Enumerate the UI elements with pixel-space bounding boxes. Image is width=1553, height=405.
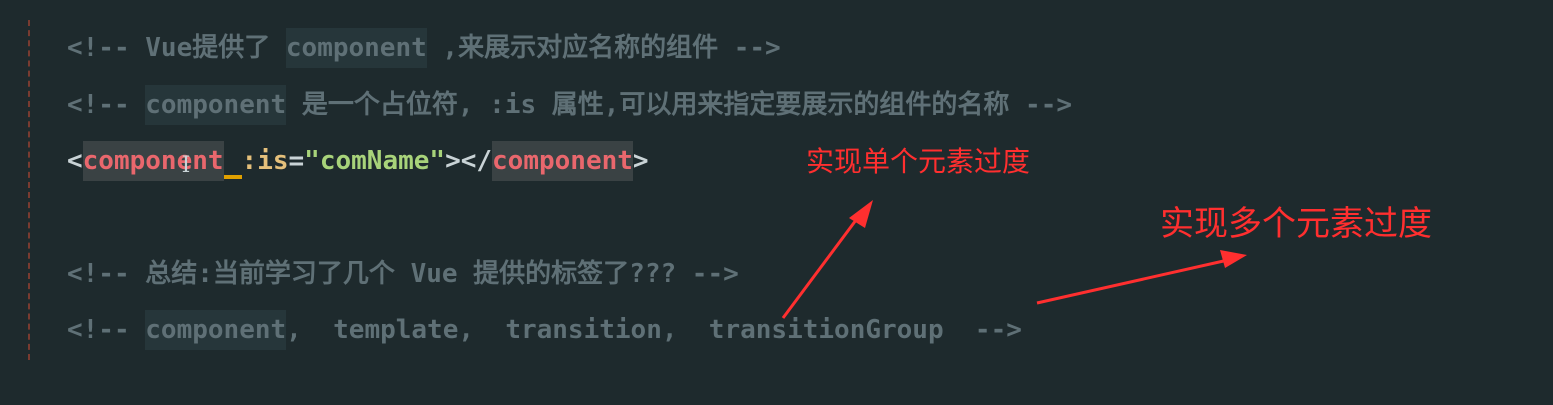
annotation-arrows (781, 200, 1247, 319)
arrow-to-single-note (781, 200, 873, 319)
arrow-to-multiple-note (1036, 250, 1247, 305)
